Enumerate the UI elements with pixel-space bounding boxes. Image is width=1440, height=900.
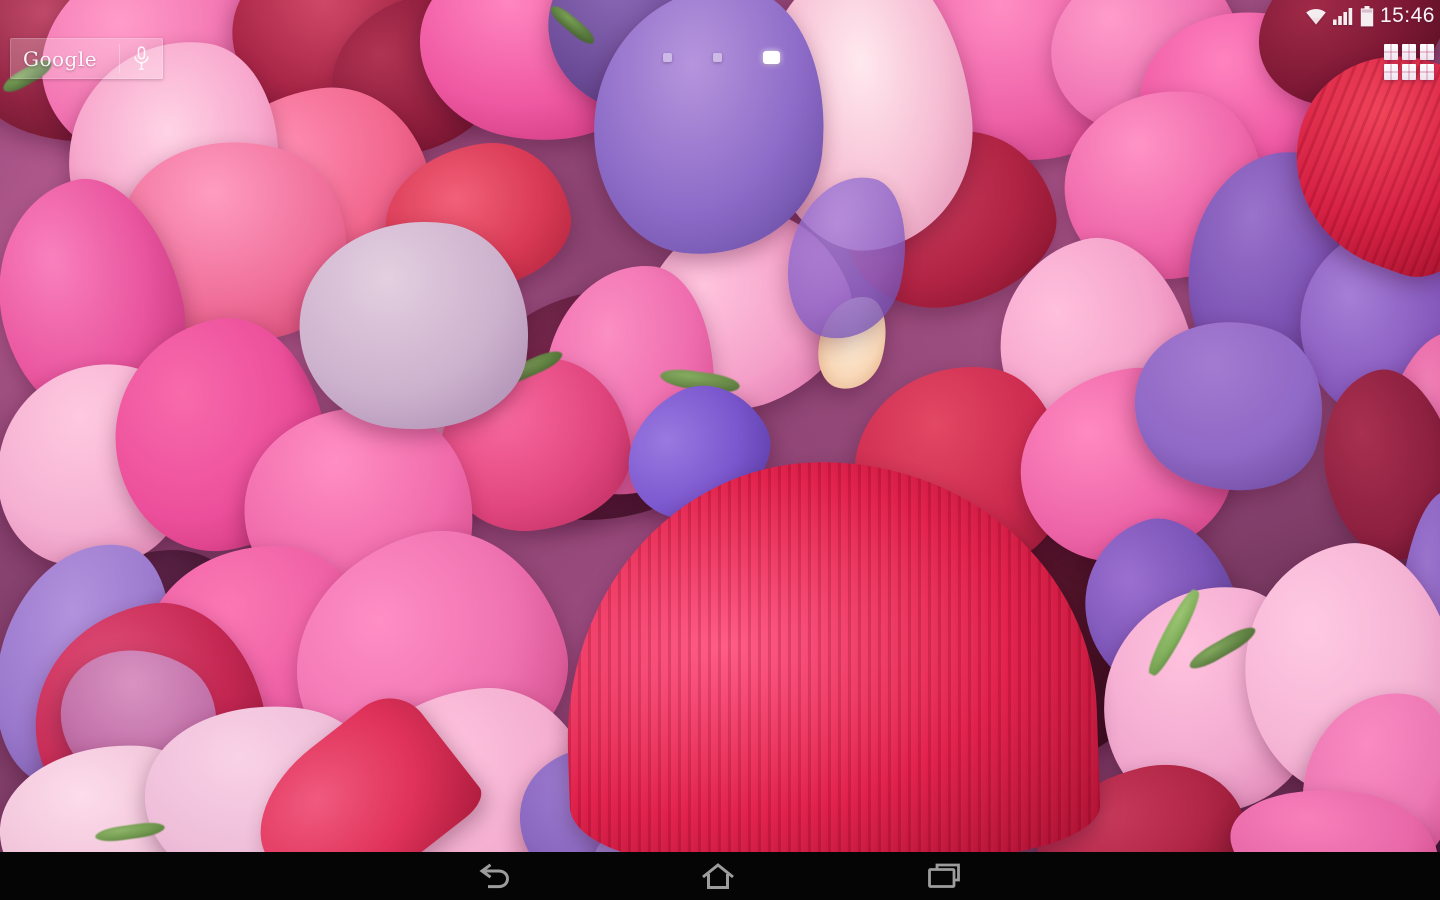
google-search-widget[interactable]: Google (10, 38, 163, 79)
battery-icon (1360, 5, 1374, 26)
android-home-screen: 15:46 Google (0, 0, 1440, 900)
back-arrow-icon (479, 863, 510, 889)
recent-apps-icon (928, 863, 960, 888)
page-indicator (663, 50, 780, 64)
home-button[interactable] (686, 852, 750, 900)
wallpaper (0, 0, 1440, 852)
signal-strength-icon (1332, 8, 1353, 25)
app-drawer-button[interactable] (1382, 42, 1438, 84)
app-grid-cell (1384, 44, 1398, 60)
navigation-bar (0, 852, 1440, 900)
home-icon (702, 863, 734, 889)
pager-dot (713, 52, 722, 62)
recents-button[interactable] (912, 852, 976, 900)
microphone-icon (133, 45, 149, 70)
status-bar: 15:46 (1305, 3, 1435, 29)
app-grid-cell (1420, 64, 1434, 80)
app-grid-cell (1420, 44, 1434, 60)
app-grid-cell (1402, 64, 1416, 80)
voice-search-button[interactable] (120, 45, 162, 72)
app-grid-cell (1402, 44, 1416, 60)
clock: 15:46 (1379, 4, 1435, 27)
back-button[interactable] (462, 852, 526, 900)
pager-dot (663, 52, 672, 62)
app-grid-cell (1384, 64, 1398, 80)
pager-dot-active (763, 50, 780, 64)
google-logo[interactable]: Google (11, 47, 119, 71)
wifi-icon (1306, 8, 1326, 24)
